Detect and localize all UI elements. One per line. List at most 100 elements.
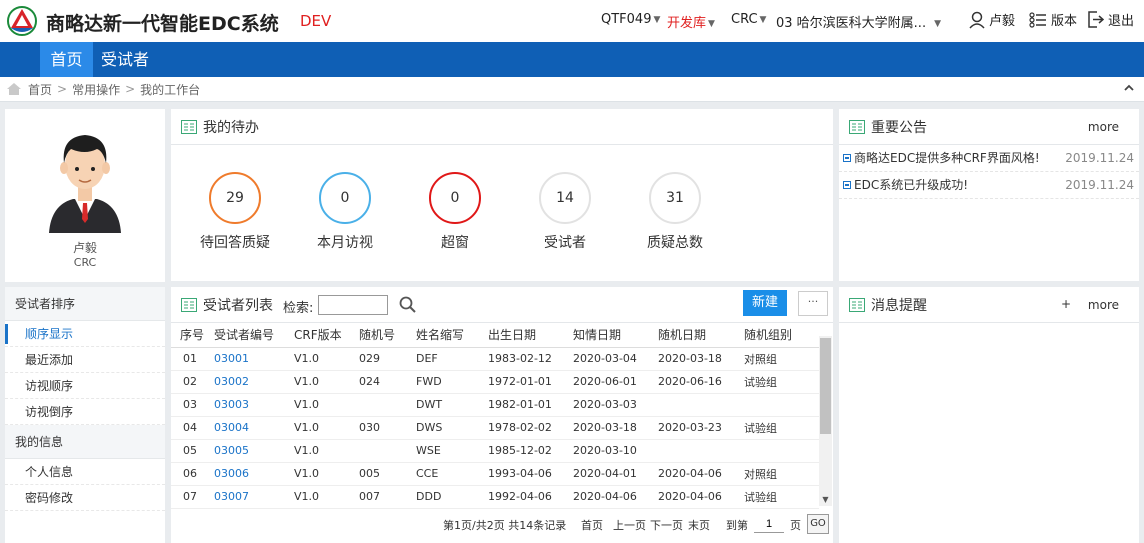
user-icon (969, 11, 985, 29)
table-cell: 1978-02-02 (488, 416, 573, 440)
table-scrollbar[interactable]: ▼ (819, 336, 832, 506)
pager-next[interactable]: 下一页 (650, 517, 683, 533)
menu-item-visit-asc[interactable]: 访视顺序 (5, 373, 165, 399)
pager-last[interactable]: 末页 (688, 517, 710, 533)
table-cell: 1993-04-06 (488, 462, 573, 486)
col-header: 姓名缩写 (416, 323, 488, 348)
table-cell (359, 393, 416, 417)
pager-prev[interactable]: 上一页 (613, 517, 646, 533)
breadcrumb: 首页 > 常用操作 > 我的工作台 (0, 77, 1144, 102)
table-cell: 030 (359, 416, 416, 440)
table-cell: 2020-04-06 (658, 485, 744, 509)
todo-subjects[interactable]: 14 受试者 (515, 172, 615, 252)
table-cell: 024 (359, 370, 416, 394)
menu-item-visit-desc[interactable]: 访视倒序 (5, 399, 165, 425)
table-cell: 04 (171, 416, 208, 440)
user-menu[interactable]: 卢毅 (969, 10, 1015, 29)
search-input[interactable] (318, 295, 388, 315)
subject-id-link[interactable]: 03003 (208, 393, 294, 417)
more-options-button[interactable]: ··· (798, 291, 828, 316)
table-cell: V1.0 (294, 393, 359, 417)
table-row[interactable]: 06 03006 V1.0 005 CCE 1993-04-06 2020-04-01 202… (171, 462, 819, 486)
todo-label: 超窗 (441, 235, 469, 251)
version-button[interactable]: 版本 (1029, 10, 1077, 29)
todo-total-queries[interactable]: 31 质疑总数 (625, 172, 725, 252)
table-row[interactable]: 01 03001 V1.0 029 DEF 1983-02-12 2020-03-04 202… (171, 347, 819, 371)
menu-item-profile[interactable]: 个人信息 (5, 459, 165, 485)
table-row[interactable]: 02 03002 V1.0 024 FWD 1972-01-01 2020-06-01 202… (171, 370, 819, 394)
messages-header: 消息提醒 + more (839, 287, 1139, 323)
table-cell: 029 (359, 347, 416, 371)
logout-button[interactable]: 退出 (1087, 10, 1134, 29)
todo-circle: 14 (539, 172, 591, 224)
table-row[interactable]: 03 03003 V1.0 DWT 1982-01-01 2020-03-03 (171, 393, 819, 417)
table-row[interactable]: 05 03005 V1.0 WSE 1985-12-02 2020-03-10 (171, 439, 819, 463)
role-select[interactable]: CRC ▼ (731, 12, 766, 27)
breadcrumb-home[interactable]: 首页 (28, 81, 52, 98)
table-cell: V1.0 (294, 347, 359, 371)
notice-item[interactable]: EDC系统已升级成功! 2019.11.24 (839, 172, 1139, 199)
menu-item-recent[interactable]: 最近添加 (5, 347, 165, 373)
table-cell: DDD (416, 485, 488, 509)
nav-home[interactable]: 首页 (40, 42, 93, 77)
menu-group-my-info: 我的信息 (5, 425, 165, 459)
pager-first[interactable]: 首页 (581, 517, 603, 533)
notice-text: 商略达EDC提供多种CRF界面风格! (854, 151, 1040, 165)
messages-more-link[interactable]: more (1088, 298, 1119, 312)
scrollbar-thumb[interactable] (820, 338, 831, 434)
subject-id-link[interactable]: 03001 (208, 347, 294, 371)
table-cell: 005 (359, 462, 416, 486)
scroll-down-icon[interactable]: ▼ (819, 495, 832, 504)
table-cell: 06 (171, 462, 208, 486)
todo-month-visits[interactable]: 0 本月访视 (295, 172, 395, 252)
notice-item[interactable]: 商略达EDC提供多种CRF界面风格! 2019.11.24 (839, 145, 1139, 172)
col-header: 知情日期 (573, 323, 658, 348)
messages-panel: 消息提醒 + more (839, 287, 1139, 543)
todo-out-of-window[interactable]: 0 超窗 (405, 172, 505, 252)
pager-go-button[interactable]: GO (807, 514, 829, 534)
table-cell: 2020-03-04 (573, 347, 658, 371)
col-header: 随机号 (359, 323, 416, 348)
notice-more-link[interactable]: more (1088, 120, 1119, 134)
table-row[interactable]: 07 03007 V1.0 007 DDD 1992-04-06 2020-04-06 202… (171, 485, 819, 509)
bullet-icon (843, 181, 851, 189)
todo-pending-queries[interactable]: 29 待回答质疑 (185, 172, 285, 252)
table-cell: WSE (416, 439, 488, 463)
nav-subjects[interactable]: 受试者 (95, 42, 155, 77)
subject-id-link[interactable]: 03006 (208, 462, 294, 486)
subject-id-link[interactable]: 03004 (208, 416, 294, 440)
subject-id-link[interactable]: 03007 (208, 485, 294, 509)
subject-list-title: 受试者列表 (203, 297, 273, 314)
subject-id-link[interactable]: 03005 (208, 439, 294, 463)
app-title: 商略达新一代智能EDC系统 (46, 13, 279, 35)
table-cell: 1972-01-01 (488, 370, 573, 394)
search-icon[interactable] (399, 296, 416, 313)
todo-label: 待回答质疑 (200, 235, 270, 251)
todo-label: 质疑总数 (647, 235, 703, 251)
table-cell: V1.0 (294, 439, 359, 463)
table-cell: 对照组 (744, 347, 819, 371)
table-row[interactable]: 04 03004 V1.0 030 DWS 1978-02-02 2020-03-18 202… (171, 416, 819, 440)
main-navbar: 首页 受试者 (0, 42, 1144, 77)
table-cell: 01 (171, 347, 208, 371)
table-cell: 2020-04-01 (573, 462, 658, 486)
site-select[interactable]: 03 哈尔滨医科大学附属... ▼ (776, 12, 941, 31)
menu-item-password[interactable]: 密码修改 (5, 485, 165, 511)
new-subject-button[interactable]: 新建 (743, 290, 787, 316)
database-select[interactable]: 开发库 ▼ (667, 12, 715, 31)
subject-id-link[interactable]: 03002 (208, 370, 294, 394)
project-select[interactable]: QTF049 ▼ (601, 12, 660, 27)
notice-date: 2019.11.24 (1065, 178, 1134, 192)
todo-header: 我的待办 (171, 109, 833, 145)
page-number-input[interactable] (754, 515, 784, 533)
breadcrumb-ops[interactable]: 常用操作 (72, 81, 120, 98)
todo-circle: 0 (429, 172, 481, 224)
app-logo (7, 6, 37, 36)
table-cell: 007 (359, 485, 416, 509)
collapse-icon[interactable] (1124, 83, 1134, 93)
menu-item-sequential[interactable]: 顺序显示 (5, 321, 165, 347)
table-cell (744, 439, 819, 463)
todo-circle: 31 (649, 172, 701, 224)
col-header: 随机组别 (744, 323, 819, 348)
add-message-button[interactable]: + (1061, 297, 1071, 311)
